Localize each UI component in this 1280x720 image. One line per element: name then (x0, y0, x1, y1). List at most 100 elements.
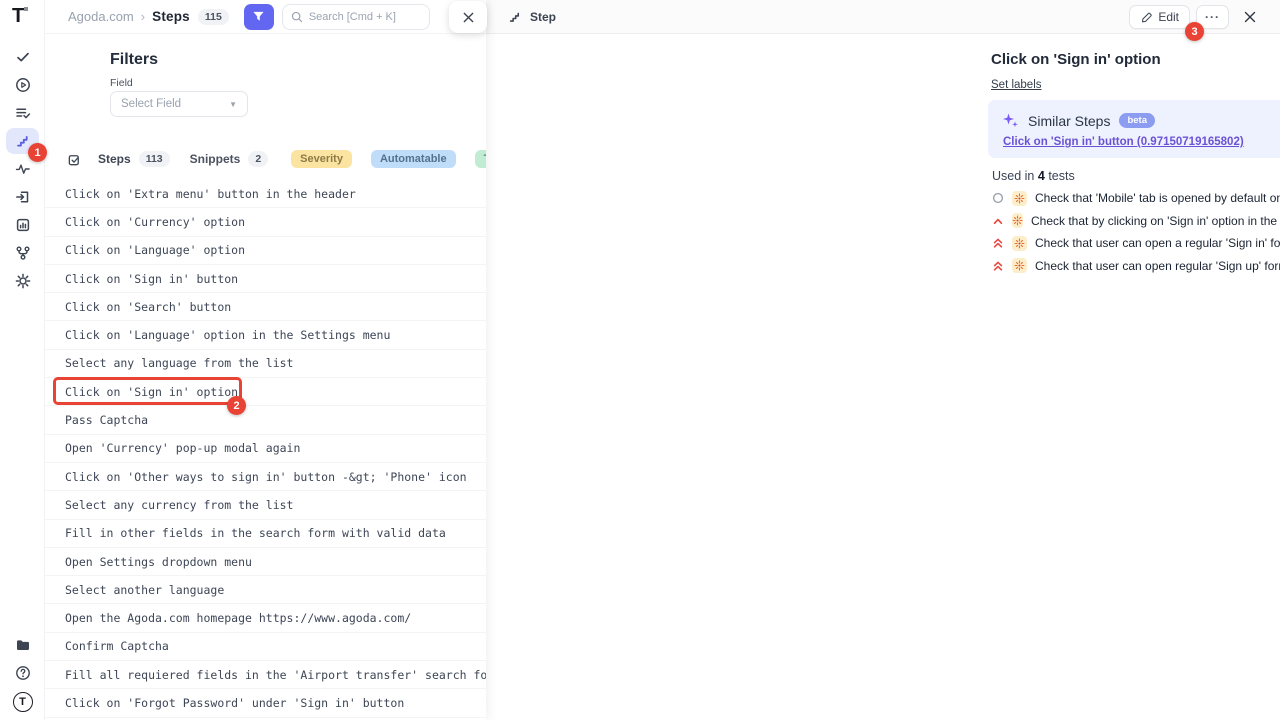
step-row[interactable]: Select any language from the list (45, 350, 486, 378)
step-row[interactable]: Select any currency from the list (45, 491, 486, 519)
step-row[interactable]: Click on 'Language' option in the Settin… (45, 321, 486, 349)
step-row-text: Click on 'Sign in' option (65, 385, 238, 399)
step-row[interactable]: Click on 'Sign in' button (45, 265, 486, 293)
step-row-text: Select another language (65, 583, 224, 597)
edit-button[interactable]: Edit (1129, 5, 1190, 29)
test-row[interactable]: Check that by clicking on 'Sign in' opti… (992, 210, 1280, 233)
step-row-text: Fill all requiered fields in the 'Airpor… (65, 668, 486, 682)
filter-button[interactable] (244, 4, 274, 30)
test-row[interactable]: Check that user can open regular 'Sign u… (992, 255, 1280, 278)
breadcrumb-separator: › (141, 9, 145, 24)
funnel-icon (252, 10, 265, 23)
steps-panel-header: Agoda.com › Steps 115 (45, 0, 486, 34)
step-row[interactable]: Select another language (45, 576, 486, 604)
step-row[interactable]: Click on 'Forgot Password' under 'Sign i… (45, 689, 486, 717)
tag-pill-automatable[interactable]: Automatable (371, 150, 456, 168)
breadcrumb-section[interactable]: Steps (152, 9, 190, 24)
sidebar-item-imports[interactable] (6, 184, 39, 210)
search-input[interactable] (309, 11, 419, 23)
step-row[interactable]: Open Settings dropdown menu (45, 548, 486, 576)
search-box[interactable] (282, 4, 430, 30)
step-row[interactable]: Click on 'Search' button (45, 293, 486, 321)
used-in-count: 4 (1038, 169, 1045, 183)
step-row[interactable]: Click on 'Extra menu' button in the head… (45, 180, 486, 208)
tab-steps-count: 113 (139, 151, 170, 167)
test-row[interactable]: Check that 'Mobile' tab is opened by def… (992, 187, 1280, 210)
step-row-text: Click on 'Sign in' button (65, 272, 238, 286)
step-detail-actions: Edit ··· (1129, 0, 1280, 34)
step-row[interactable]: Confirm Captcha (45, 633, 486, 661)
tab-steps[interactable]: Steps 113 (98, 151, 170, 167)
breadcrumb-project[interactable]: Agoda.com (68, 9, 134, 24)
tab-snippets[interactable]: Snippets 2 (190, 151, 269, 167)
step-row-text: Open Settings dropdown menu (65, 555, 252, 569)
step-row[interactable]: Click on 'Other ways to sign in' button … (45, 463, 486, 491)
step-row[interactable]: Open 'Currency' pop-up modal again (45, 435, 486, 463)
sidebar-item-projects[interactable] (6, 632, 39, 658)
sidebar-bottom-nav: T (6, 632, 39, 714)
steps-icon (15, 133, 31, 149)
panel-title: Step (530, 10, 556, 24)
similar-step-link[interactable]: Click on 'Sign in' button (0.97150719165… (1003, 136, 1244, 148)
step-row-text: Click on 'Other ways to sign in' button … (65, 470, 467, 484)
steps-total-badge: 115 (198, 9, 229, 25)
branch-icon (15, 245, 31, 261)
select-all-icon[interactable] (67, 150, 82, 168)
step-row[interactable]: Open the Agoda.com homepage https://www.… (45, 604, 486, 632)
pulse-icon (15, 161, 31, 177)
step-detail-panel: Step Edit ··· Click on 'Sign in' option … (486, 0, 1280, 720)
sidebar-item-branches[interactable] (6, 240, 39, 266)
tab-snippets-count: 2 (248, 151, 268, 167)
app-sidebar: T T (0, 0, 45, 720)
profile-avatar[interactable]: T (6, 688, 39, 714)
collision-emoji-icon (1012, 213, 1023, 228)
close-step-detail-button[interactable] (1243, 10, 1257, 24)
step-row[interactable]: Fill all requiered fields in the 'Airpor… (45, 661, 486, 689)
check-icon (15, 49, 31, 65)
step-row-text: Select any currency from the list (65, 498, 293, 512)
tag-pill-type[interactable]: Type (475, 150, 486, 168)
field-select-value: Select Field (121, 98, 181, 110)
annotation-badge-1: 1 (28, 143, 47, 162)
step-row[interactable]: Pass Captcha (45, 406, 486, 434)
field-select[interactable]: Select Field ▼ (110, 91, 248, 117)
field-label: Field (110, 77, 133, 89)
collision-emoji-icon (1012, 191, 1027, 206)
close-icon (462, 11, 475, 24)
step-row-text: Open the Agoda.com homepage https://www.… (65, 611, 411, 625)
sidebar-item-settings[interactable] (6, 268, 39, 294)
close-steps-panel-button[interactable] (449, 1, 487, 33)
sidebar-nav (6, 44, 39, 294)
sidebar-item-runs[interactable] (6, 72, 39, 98)
priority-icon (992, 260, 1004, 272)
step-row-text: Open 'Currency' pop-up modal again (65, 441, 300, 455)
collision-emoji-icon (1012, 258, 1027, 273)
sidebar-item-tests[interactable] (6, 44, 39, 70)
step-row[interactable]: Click on 'Currency' option (45, 208, 486, 236)
set-labels-link[interactable]: Set labels (991, 79, 1042, 91)
step-row[interactable]: Fill in other fields in the search form … (45, 520, 486, 548)
tests-list: Check that 'Mobile' tab is opened by def… (992, 187, 1280, 277)
help-icon (15, 665, 31, 681)
test-title: Check that by clicking on 'Sign in' opti… (1031, 214, 1280, 228)
collision-emoji-icon (1012, 236, 1027, 251)
step-row-text: Click on 'Currency' option (65, 215, 245, 229)
priority-icon (992, 237, 1004, 249)
step-title: Click on 'Sign in' option (991, 51, 1161, 68)
step-row-text: Click on 'Language' option (65, 243, 245, 257)
sidebar-item-reports[interactable] (6, 212, 39, 238)
step-row-text: Pass Captcha (65, 413, 148, 427)
sidebar-item-help[interactable] (6, 660, 39, 686)
annotation-badge-2: 2 (227, 396, 246, 415)
annotation-badge-3: 3 (1185, 22, 1204, 41)
steps-list: Click on 'Extra menu' button in the head… (45, 180, 486, 718)
folder-icon (15, 637, 31, 653)
step-row[interactable]: Click on 'Language' option (45, 237, 486, 265)
sparkles-icon (1002, 112, 1019, 129)
step-row[interactable]: Click on 'Sign in' option (45, 378, 486, 406)
test-row[interactable]: Check that user can open a regular 'Sign… (992, 232, 1280, 255)
test-title: Check that 'Mobile' tab is opened by def… (1035, 191, 1280, 205)
sidebar-item-plans[interactable] (6, 100, 39, 126)
step-row-text: Click on 'Language' option in the Settin… (65, 328, 390, 342)
tag-pill-severity[interactable]: Severity (291, 150, 352, 168)
